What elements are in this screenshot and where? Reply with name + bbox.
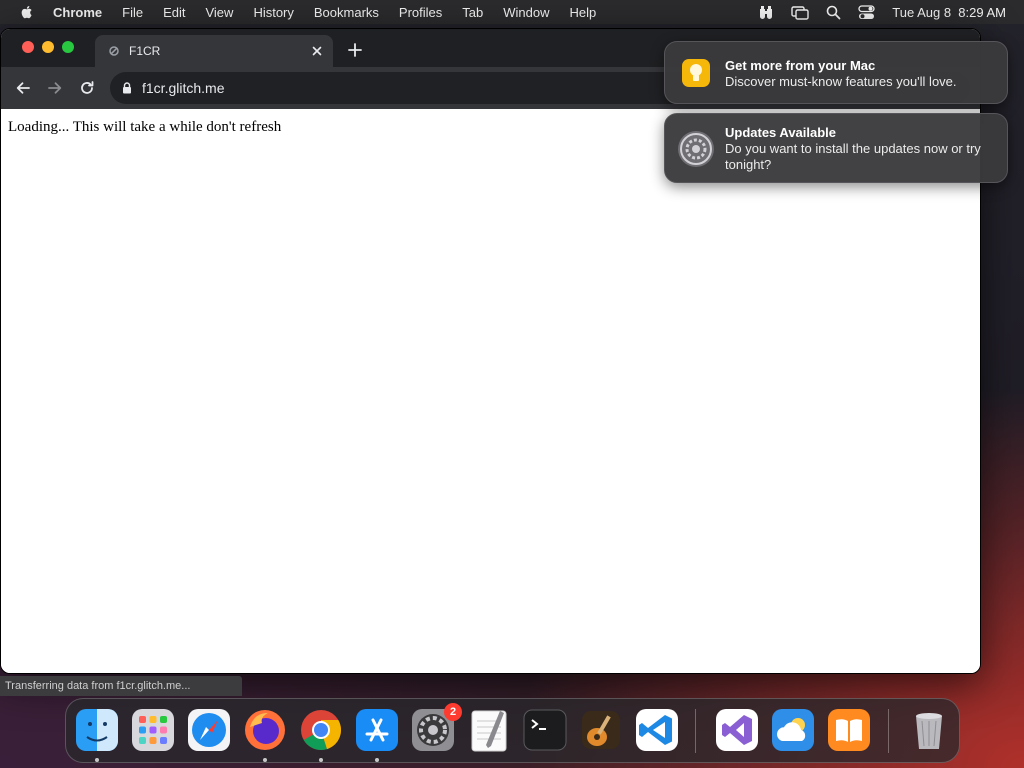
guitar-icon (582, 711, 620, 749)
running-indicator (375, 758, 379, 762)
tips-lightbulb-icon (682, 59, 710, 87)
notification-title: Updates Available (725, 125, 837, 140)
dock-separator (695, 709, 696, 753)
apple-icon[interactable] (19, 4, 35, 20)
status-bubble: Transferring data from f1cr.glitch.me... (0, 676, 242, 696)
notification-body: Discover must-know features you'll love. (725, 74, 957, 89)
loading-message: Loading... This will take a while don't … (8, 119, 282, 135)
window-minimize-button[interactable] (42, 41, 54, 53)
favicon-icon (109, 46, 119, 56)
menu-edit[interactable]: Edit (163, 5, 185, 20)
dock-garageband[interactable] (578, 707, 624, 753)
running-indicator (319, 758, 323, 762)
dock-trash[interactable] (906, 707, 952, 753)
notification-updates[interactable]: Updates Available Do you want to install… (664, 113, 1008, 183)
notification-title: Get more from your Mac (725, 58, 876, 73)
menu-window[interactable]: Window (503, 5, 549, 20)
window-close-button[interactable] (22, 41, 34, 53)
textedit-pen-icon (471, 710, 507, 752)
system-settings-gear-icon (678, 131, 714, 167)
firefox-icon (245, 710, 285, 750)
visual-studio-icon (716, 709, 758, 751)
safari-compass-icon (188, 709, 230, 751)
dock-finder[interactable] (74, 707, 120, 753)
menu-bar-clock[interactable]: Tue Aug 8 8:29 AM (892, 5, 1006, 20)
dock-system-settings[interactable]: 2 (410, 703, 462, 753)
vscode-icon (636, 709, 678, 751)
app-store-icon (356, 709, 398, 751)
dock-separator (888, 709, 889, 753)
launchpad-icon (132, 709, 174, 751)
dock: 2 (65, 698, 960, 763)
address-url: f1cr.glitch.me (142, 80, 225, 96)
dock-textedit[interactable] (466, 707, 512, 753)
window-maximize-button[interactable] (62, 41, 74, 53)
tab-f1cr[interactable]: F1CR (95, 35, 333, 67)
finder-icon (76, 709, 118, 751)
screen-mirroring-icon[interactable] (791, 4, 809, 20)
running-indicator (263, 758, 267, 762)
menu-bar: Chrome File Edit View History Bookmarks … (0, 0, 1024, 24)
notification-tips[interactable]: Get more from your Mac Discover must-kno… (664, 41, 1008, 104)
reload-icon[interactable] (79, 80, 95, 96)
books-icon (828, 709, 870, 751)
notification-body: Do you want to install the updates now o… (725, 141, 981, 172)
dock-vscode[interactable] (634, 707, 680, 753)
dock-chrome[interactable] (298, 707, 344, 753)
menu-bookmarks[interactable]: Bookmarks (314, 5, 379, 20)
control-center-icon[interactable] (858, 4, 875, 20)
tab-title: F1CR (129, 44, 161, 58)
trash-icon (916, 713, 942, 749)
forward-arrow-icon[interactable] (47, 80, 63, 96)
new-tab-icon[interactable] (347, 42, 363, 58)
dock-firefox[interactable] (242, 707, 288, 753)
dock-books[interactable] (826, 707, 872, 753)
menu-history[interactable]: History (253, 5, 293, 20)
binoculars-icon[interactable] (758, 4, 774, 20)
menu-view[interactable]: View (205, 5, 233, 20)
dock-app-store[interactable] (354, 707, 400, 753)
spotlight-search-icon[interactable] (826, 5, 841, 20)
menu-app-name[interactable]: Chrome (53, 5, 102, 20)
chrome-icon (301, 710, 341, 751)
dock-visual-studio[interactable] (714, 707, 760, 753)
running-indicator (95, 758, 99, 762)
terminal-icon (523, 709, 567, 751)
dock-safari[interactable] (186, 707, 232, 753)
dock-weather[interactable] (770, 707, 816, 753)
menu-file[interactable]: File (122, 5, 143, 20)
weather-cloud-icon (772, 709, 814, 751)
tab-close-icon[interactable] (309, 43, 325, 59)
page-content: Loading... This will take a while don't … (1, 109, 980, 673)
dock-terminal[interactable] (522, 707, 568, 753)
dock-launchpad[interactable] (130, 707, 176, 753)
lock-icon[interactable] (122, 82, 132, 94)
menu-help[interactable]: Help (570, 5, 597, 20)
notification-badge: 2 (444, 703, 462, 721)
back-arrow-icon[interactable] (15, 80, 31, 96)
menu-tab[interactable]: Tab (462, 5, 483, 20)
menu-profiles[interactable]: Profiles (399, 5, 442, 20)
